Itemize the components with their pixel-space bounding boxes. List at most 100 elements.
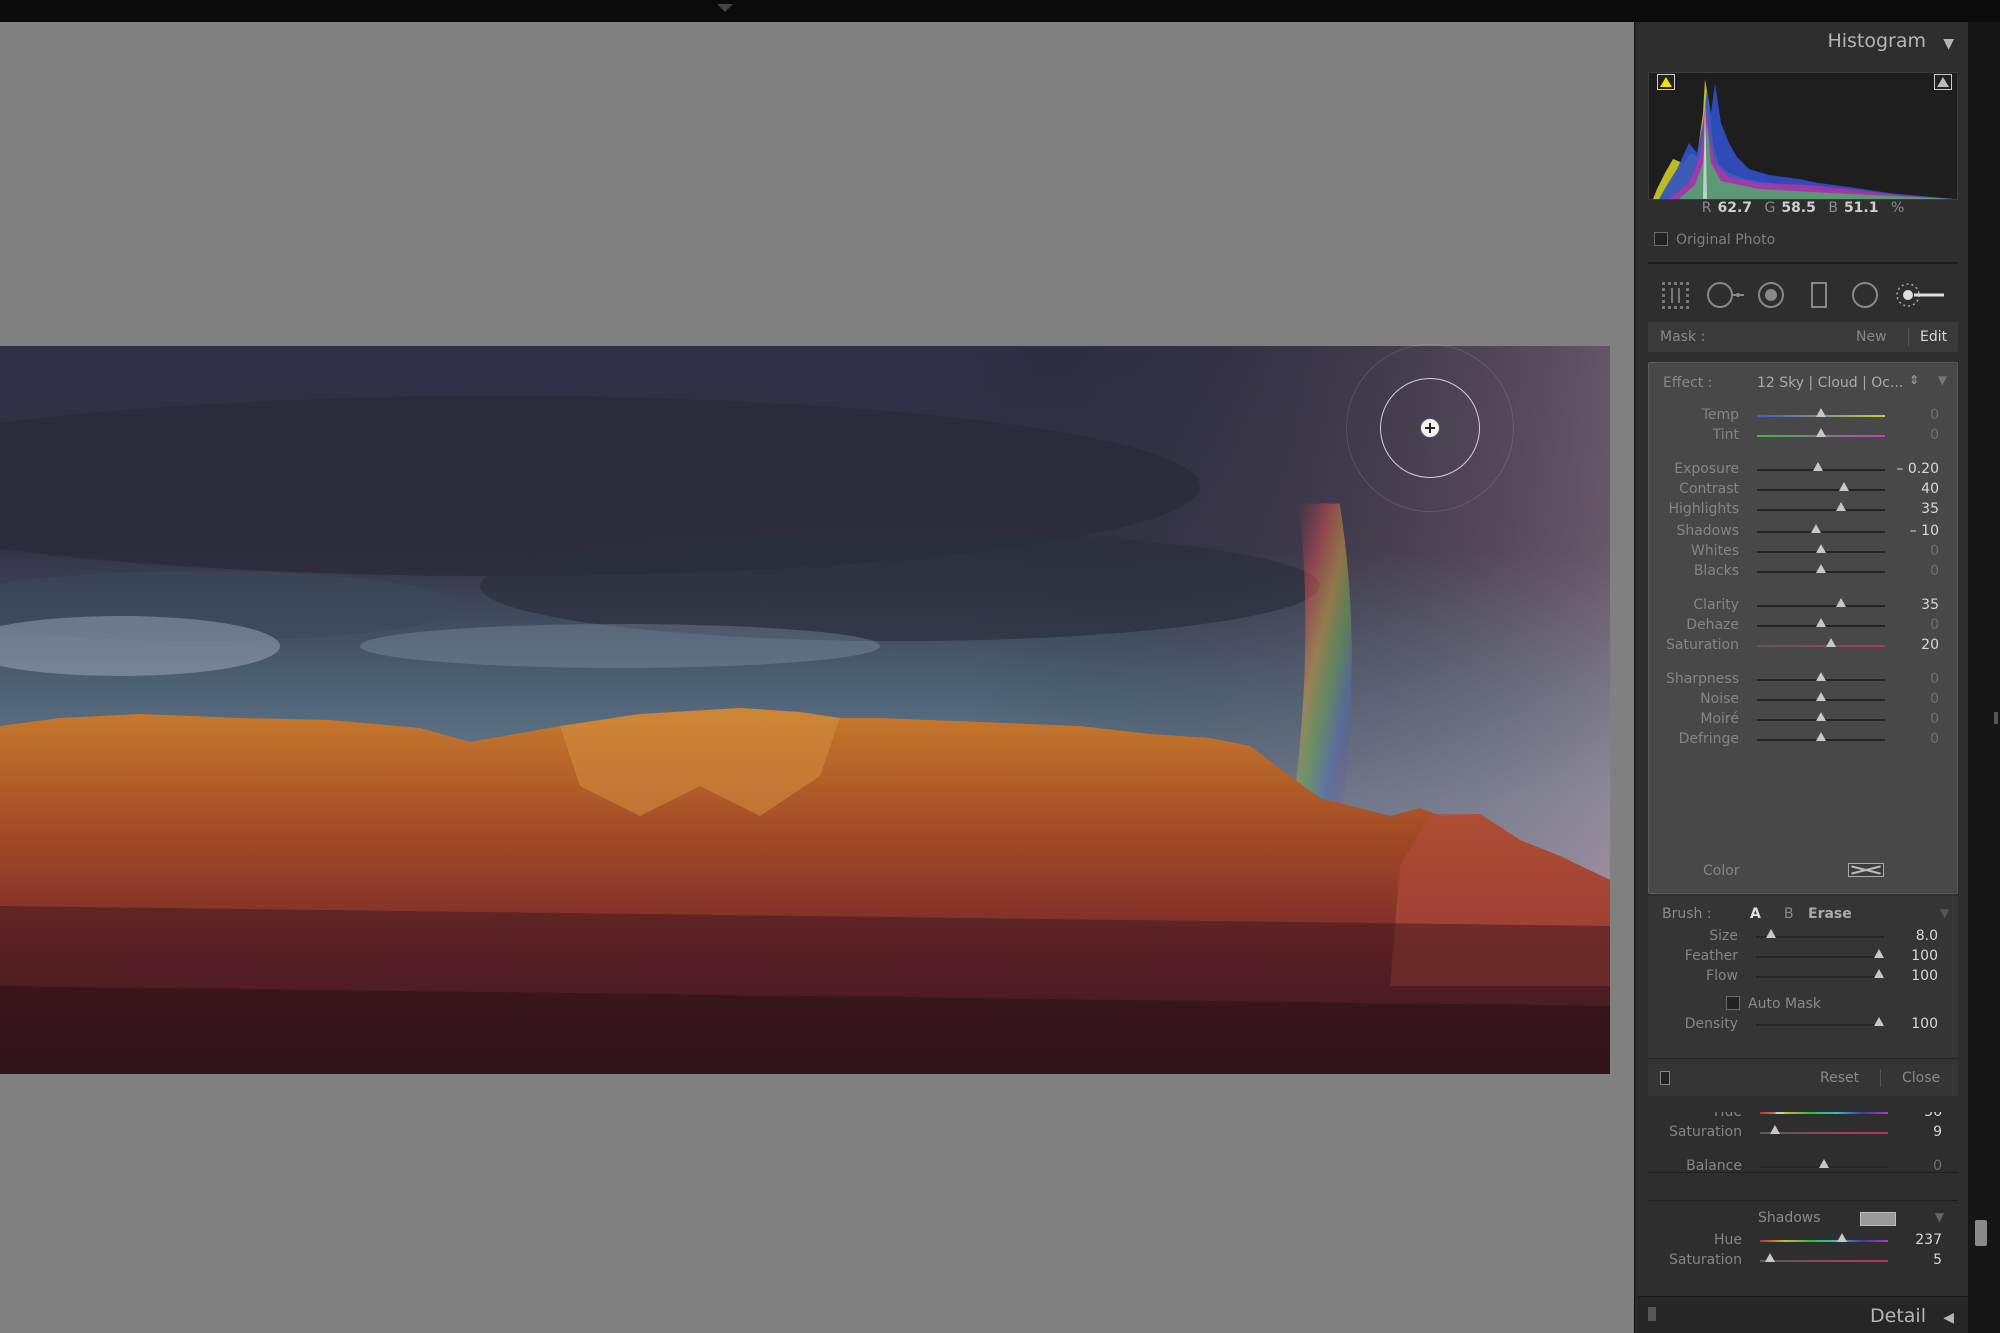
slider-thumb[interactable]: [1874, 969, 1884, 978]
slider-highlights[interactable]: Highlights 35: [1649, 499, 1957, 519]
slider-thumb[interactable]: [1874, 949, 1884, 958]
slider-value[interactable]: – 0.20: [1896, 461, 1939, 477]
effect-preset-dropdown[interactable]: 12 Sky | Cloud | Oc...: [1757, 375, 1903, 391]
slider-thumb[interactable]: [1819, 1159, 1829, 1168]
slider-saturation[interactable]: Saturation 20: [1649, 635, 1957, 655]
slider-hue[interactable]: Hue 237: [1652, 1230, 1958, 1250]
slider-balance[interactable]: Balance 0: [1652, 1156, 1958, 1176]
adjustment-brush-icon[interactable]: [1894, 280, 1950, 310]
auto-mask-toggle[interactable]: Auto Mask: [1726, 996, 1821, 1012]
slider-value[interactable]: 35: [1921, 501, 1939, 517]
reset-button[interactable]: Reset: [1820, 1070, 1859, 1086]
slider-value[interactable]: 0: [1930, 691, 1939, 707]
shadows-color-swatch[interactable]: [1860, 1212, 1896, 1226]
slider-thumb[interactable]: [1816, 564, 1826, 573]
slider-value[interactable]: 100: [1911, 1016, 1938, 1032]
slider-thumb[interactable]: [1837, 1233, 1847, 1242]
slider-track[interactable]: [1757, 489, 1885, 491]
slider-value[interactable]: 9: [1933, 1124, 1942, 1140]
radial-filter-icon[interactable]: [1850, 280, 1880, 310]
original-photo-toggle[interactable]: Original Photo: [1654, 232, 1775, 252]
panel-toggle-switch[interactable]: [1660, 1071, 1670, 1085]
mask-new-button[interactable]: New: [1856, 329, 1887, 345]
slider-shadows[interactable]: Shadows – 10: [1649, 521, 1957, 541]
slider-density[interactable]: Density 100: [1648, 1014, 1956, 1034]
slider-track[interactable]: [1756, 1024, 1884, 1026]
slider-track[interactable]: [1756, 956, 1884, 958]
slider-thumb[interactable]: [1816, 712, 1826, 721]
highlight-clipping-toggle[interactable]: [1934, 74, 1952, 90]
slider-tint[interactable]: Tint 0: [1649, 425, 1957, 445]
slider-track[interactable]: [1757, 645, 1885, 647]
slider-size[interactable]: Size 8.0: [1648, 926, 1956, 946]
detail-panel-header[interactable]: Detail ◀: [1638, 1296, 1968, 1333]
slider-dehaze[interactable]: Dehaze 0: [1649, 615, 1957, 635]
slider-thumb[interactable]: [1775, 1112, 1785, 1114]
collapse-triangle-icon[interactable]: ▼: [1938, 373, 1947, 387]
slider-moir-[interactable]: Moiré 0: [1649, 709, 1957, 729]
slider-value[interactable]: 5: [1933, 1252, 1942, 1268]
slider-thumb[interactable]: [1816, 428, 1826, 437]
histogram-header[interactable]: Histogram ▼: [1638, 22, 1968, 64]
slider-whites[interactable]: Whites 0: [1649, 541, 1957, 561]
slider-thumb[interactable]: [1811, 524, 1821, 533]
slider-saturation[interactable]: Saturation 5: [1652, 1250, 1958, 1270]
slider-blacks[interactable]: Blacks 0: [1649, 561, 1957, 581]
slider-clarity[interactable]: Clarity 35: [1649, 595, 1957, 615]
slider-sharpness[interactable]: Sharpness 0: [1649, 669, 1957, 689]
slider-thumb[interactable]: [1826, 638, 1836, 647]
effect-dropdown-arrows-icon[interactable]: ⇕: [1909, 373, 1919, 387]
slider-value[interactable]: 40: [1921, 481, 1939, 497]
panel-scrollbar[interactable]: [1975, 1220, 1987, 1246]
slider-noise[interactable]: Noise 0: [1649, 689, 1957, 709]
panel-toggle-switch[interactable]: [1648, 1307, 1656, 1321]
slider-thumb[interactable]: [1816, 544, 1826, 553]
slider-flow[interactable]: Flow 100: [1648, 966, 1956, 986]
shadow-clipping-toggle[interactable]: [1657, 74, 1675, 90]
red-eye-icon[interactable]: [1756, 280, 1786, 310]
slider-track[interactable]: [1760, 1260, 1888, 1262]
slider-track[interactable]: [1756, 976, 1884, 978]
auto-mask-checkbox[interactable]: [1726, 996, 1740, 1010]
brush-erase-button[interactable]: Erase: [1808, 906, 1852, 922]
color-swatch[interactable]: [1848, 863, 1884, 877]
slider-value[interactable]: 36: [1924, 1112, 1942, 1120]
slider-value[interactable]: 0: [1930, 671, 1939, 687]
slider-thumb[interactable]: [1816, 672, 1826, 681]
slider-thumb[interactable]: [1770, 1125, 1780, 1134]
slider-thumb[interactable]: [1816, 692, 1826, 701]
slider-temp[interactable]: Temp 0: [1649, 405, 1957, 425]
crop-overlay-icon[interactable]: [1660, 280, 1690, 310]
slider-thumb[interactable]: [1765, 1253, 1775, 1262]
slider-value[interactable]: 0: [1930, 543, 1939, 559]
slider-feather[interactable]: Feather 100: [1648, 946, 1956, 966]
slider-value[interactable]: 0: [1933, 1158, 1942, 1174]
slider-value[interactable]: 100: [1911, 948, 1938, 964]
slider-thumb[interactable]: [1816, 408, 1826, 417]
slider-track[interactable]: [1757, 509, 1885, 511]
slider-value[interactable]: 0: [1930, 427, 1939, 443]
slider-track[interactable]: [1757, 531, 1885, 533]
slider-value[interactable]: 0: [1930, 711, 1939, 727]
collapse-triangle-icon[interactable]: ▼: [1940, 906, 1949, 920]
slider-track[interactable]: [1760, 1240, 1888, 1242]
slider-track[interactable]: [1757, 605, 1885, 607]
slider-hue[interactable]: Hue 36: [1652, 1112, 1958, 1122]
slider-thumb[interactable]: [1874, 1017, 1884, 1026]
slider-value[interactable]: 35: [1921, 597, 1939, 613]
close-button[interactable]: Close: [1902, 1070, 1940, 1086]
original-photo-checkbox[interactable]: [1654, 232, 1668, 246]
spot-removal-icon[interactable]: [1706, 280, 1746, 310]
slider-value[interactable]: 0: [1930, 407, 1939, 423]
brush-a-button[interactable]: A: [1750, 906, 1761, 922]
slider-contrast[interactable]: Contrast 40: [1649, 479, 1957, 499]
slider-saturation[interactable]: Saturation 9: [1652, 1122, 1958, 1142]
slider-value[interactable]: 8.0: [1916, 928, 1938, 944]
slider-defringe[interactable]: Defringe 0: [1649, 729, 1957, 749]
slider-value[interactable]: 20: [1921, 637, 1939, 653]
slider-thumb[interactable]: [1836, 502, 1846, 511]
histogram-graph[interactable]: [1648, 72, 1958, 200]
top-panel-toggle-icon[interactable]: [716, 3, 734, 13]
expand-triangle-icon[interactable]: ◀: [1943, 1310, 1954, 1326]
slider-value[interactable]: – 10: [1910, 523, 1939, 539]
